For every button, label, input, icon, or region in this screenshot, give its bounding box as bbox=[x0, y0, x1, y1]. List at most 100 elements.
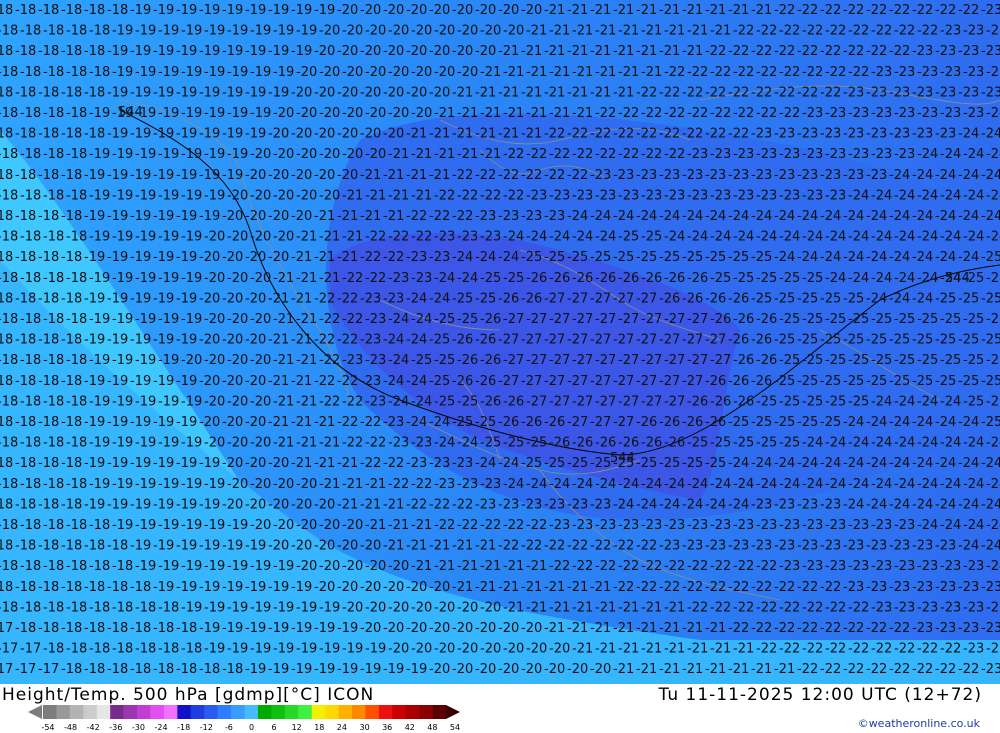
temperature-value: -23 bbox=[360, 291, 381, 306]
temperature-value: -23 bbox=[889, 127, 910, 142]
temperature-value: -26 bbox=[572, 271, 593, 286]
temperature-value: -25 bbox=[567, 456, 588, 471]
temperature-value: -22 bbox=[452, 209, 473, 224]
temperature-value: -24 bbox=[825, 477, 846, 492]
temperature-value: -19 bbox=[199, 497, 220, 512]
temperature-value: -19 bbox=[181, 271, 202, 286]
temperature-value: -20 bbox=[319, 147, 340, 162]
temperature-value: -22 bbox=[567, 539, 588, 554]
temperature-value: -23 bbox=[866, 580, 887, 595]
temperature-value: -22 bbox=[388, 230, 409, 245]
temperature-value: -21 bbox=[664, 642, 685, 657]
temperature-value: -20 bbox=[250, 312, 271, 327]
temperature-value: -24 bbox=[710, 230, 731, 245]
temperature-value: -19 bbox=[268, 580, 289, 595]
temperature-value: -26 bbox=[457, 353, 478, 368]
temperature-value: -19 bbox=[181, 24, 202, 39]
temperature-value: -22 bbox=[779, 24, 800, 39]
temperature-value: -21 bbox=[567, 85, 588, 100]
temperature-value: -19 bbox=[130, 539, 151, 554]
temperature-value: -23 bbox=[981, 3, 1000, 18]
temperature-value: -19 bbox=[112, 436, 133, 451]
temperature-value: -25 bbox=[452, 291, 473, 306]
temperature-value: -22 bbox=[733, 600, 754, 615]
temperature-value: -19 bbox=[130, 497, 151, 512]
temperature-value: -18 bbox=[61, 374, 82, 389]
temperature-value: -18 bbox=[61, 85, 82, 100]
temperature-value: -22 bbox=[572, 559, 593, 574]
temperature-value: -24 bbox=[843, 456, 864, 471]
temperature-value: -21 bbox=[337, 497, 358, 512]
colorbar-cell bbox=[177, 705, 192, 719]
temperature-value: -18 bbox=[38, 374, 59, 389]
temperature-map: 544 544 544 -18-18-18-18-18-18-19-19-19-… bbox=[0, 0, 1000, 684]
temperature-value: -24 bbox=[825, 271, 846, 286]
temperature-value: -24 bbox=[406, 415, 427, 430]
temperature-value: -24 bbox=[572, 230, 593, 245]
temperature-value: -18 bbox=[0, 230, 18, 245]
temperature-value: -21 bbox=[337, 209, 358, 224]
temperature-value: -20 bbox=[434, 600, 455, 615]
temperature-value: -20 bbox=[273, 477, 294, 492]
temperature-value: -18 bbox=[61, 415, 82, 430]
temperature-value: -19 bbox=[89, 477, 110, 492]
temperature-value: -20 bbox=[245, 291, 266, 306]
temperature-value: -25 bbox=[848, 353, 869, 368]
temperature-value: -27 bbox=[498, 374, 519, 389]
colorbar-tick-label: 48 bbox=[427, 723, 437, 732]
temperature-value: -19 bbox=[245, 580, 266, 595]
temperature-value: -21 bbox=[319, 271, 340, 286]
temperature-value: -22 bbox=[457, 188, 478, 203]
temperature-value: -18 bbox=[0, 477, 18, 492]
temperature-value: -25 bbox=[429, 333, 450, 348]
temperature-value: -22 bbox=[871, 24, 892, 39]
temperature-value: -21 bbox=[434, 147, 455, 162]
colorbar-cell bbox=[190, 705, 205, 719]
temperature-value: -23 bbox=[429, 456, 450, 471]
temperature-value: -22 bbox=[682, 580, 703, 595]
temperature-value: -21 bbox=[268, 374, 289, 389]
temperature-value: -19 bbox=[181, 230, 202, 245]
temperature-value: -22 bbox=[659, 85, 680, 100]
temperature-value: -27 bbox=[595, 394, 616, 409]
temperature-value: -21 bbox=[567, 44, 588, 59]
temperature-value: -23 bbox=[958, 621, 979, 636]
temperature-value: -20 bbox=[498, 662, 519, 677]
temperature-value: -19 bbox=[176, 127, 197, 142]
temperature-value: -20 bbox=[250, 353, 271, 368]
temperature-value: -23 bbox=[595, 188, 616, 203]
temperature-value: -22 bbox=[866, 662, 887, 677]
temperature-value: -23 bbox=[641, 518, 662, 533]
temperature-value: -18 bbox=[20, 24, 41, 39]
temperature-value: -22 bbox=[958, 662, 979, 677]
temperature-value: -23 bbox=[981, 44, 1000, 59]
temperature-value: -21 bbox=[314, 209, 335, 224]
temperature-value: -18 bbox=[15, 209, 36, 224]
temperature-value: -22 bbox=[613, 580, 634, 595]
temperature-value: -25 bbox=[475, 291, 496, 306]
temperature-value: -22 bbox=[871, 642, 892, 657]
temperature-value: -22 bbox=[705, 44, 726, 59]
temperature-value: -22 bbox=[342, 394, 363, 409]
temperature-value: -18 bbox=[61, 333, 82, 348]
temperature-value: -26 bbox=[452, 374, 473, 389]
temperature-value: -18 bbox=[20, 477, 41, 492]
temperature-value: -21 bbox=[480, 106, 501, 121]
temperature-value: -18 bbox=[66, 230, 87, 245]
temperature-value: -18 bbox=[181, 642, 202, 657]
temperature-value: -21 bbox=[595, 65, 616, 80]
temperature-value: -21 bbox=[636, 621, 657, 636]
temperature-value: -23 bbox=[866, 539, 887, 554]
temperature-value: -24 bbox=[963, 188, 984, 203]
temperature-value: -24 bbox=[797, 209, 818, 224]
temperature-value: -22 bbox=[825, 65, 846, 80]
temperature-value: -25 bbox=[641, 230, 662, 245]
temperature-value: -25 bbox=[705, 250, 726, 265]
temperature-value: -23 bbox=[544, 497, 565, 512]
temperature-value: -25 bbox=[935, 333, 956, 348]
temperature-value: -18 bbox=[61, 291, 82, 306]
temperature-value: -19 bbox=[222, 539, 243, 554]
temperature-value: -18 bbox=[84, 662, 105, 677]
temperature-value: -23 bbox=[894, 559, 915, 574]
temperature-value: -19 bbox=[268, 85, 289, 100]
